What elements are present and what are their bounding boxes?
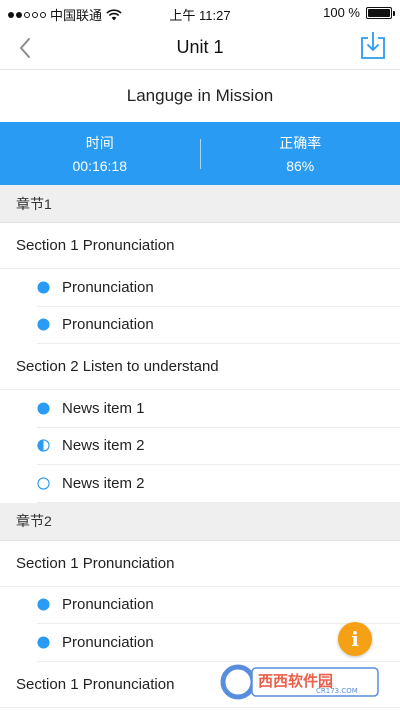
section-row[interactable]: Section 2 Listen to understand — [0, 344, 400, 390]
nav-bar: Unit 1 — [0, 26, 400, 70]
chapter-header: 章节2 — [0, 502, 400, 541]
section-row[interactable]: Section 1 Pronunciation — [0, 541, 400, 587]
status-bar: 中国联通 上午 11:27 100 % — [0, 0, 400, 26]
lesson-item[interactable]: Pronunciation — [37, 269, 400, 307]
lesson-item-label: News item 1 — [62, 399, 145, 417]
page-title: Unit 1 — [176, 37, 224, 57]
progress-icon — [37, 598, 50, 611]
battery-percent: 100 % — [323, 5, 360, 20]
lesson-item-label: Pronunciation — [62, 278, 154, 296]
lesson-item-label: News item 2 — [62, 437, 145, 455]
stat-time-label: 时间 — [85, 135, 114, 151]
stat-time: 时间 00:16:18 — [0, 122, 200, 185]
lesson-item-label: Pronunciation — [62, 596, 154, 614]
lesson-item[interactable]: News item 1 — [37, 390, 400, 428]
section-row[interactable]: Section 1 Pronunciation — [0, 223, 400, 269]
stat-accuracy: 正确率 86% — [201, 122, 400, 185]
progress-icon — [37, 636, 50, 649]
battery-icon — [366, 6, 395, 19]
stat-accuracy-value: 86% — [286, 158, 315, 174]
progress-icon — [37, 477, 50, 490]
watermark-subtext: CR173.COM — [316, 687, 358, 695]
lesson-item[interactable]: News item 2 — [37, 465, 400, 503]
lesson-item[interactable]: Pronunciation — [37, 307, 400, 344]
stat-accuracy-label: 正确率 — [279, 135, 322, 151]
progress-icon — [37, 402, 50, 415]
watermark-logo: 西西软件园 CR173.COM — [220, 664, 379, 700]
info-button[interactable]: i — [338, 622, 372, 656]
chapter-header: 章节1 — [0, 185, 400, 223]
battery-info: 100 % — [323, 5, 395, 20]
mission-title: Languge in Mission — [126, 86, 274, 105]
lesson-item-label: News item 2 — [62, 474, 145, 492]
stats-banner: 时间 00:16:18 正确率 86% — [0, 122, 400, 185]
progress-icon — [37, 439, 50, 452]
lesson-item[interactable]: Pronunciation — [37, 587, 400, 624]
download-icon — [361, 32, 385, 59]
download-button[interactable] — [360, 30, 386, 60]
progress-icon — [37, 318, 50, 331]
lesson-item-label: Pronunciation — [62, 316, 154, 334]
progress-icon — [37, 281, 50, 294]
stat-time-value: 00:16:18 — [72, 158, 128, 174]
lesson-item[interactable]: News item 2 — [37, 428, 400, 465]
lesson-item-label: Pronunciation — [62, 633, 154, 651]
chevron-left-icon — [20, 38, 30, 58]
back-button[interactable] — [10, 32, 40, 64]
